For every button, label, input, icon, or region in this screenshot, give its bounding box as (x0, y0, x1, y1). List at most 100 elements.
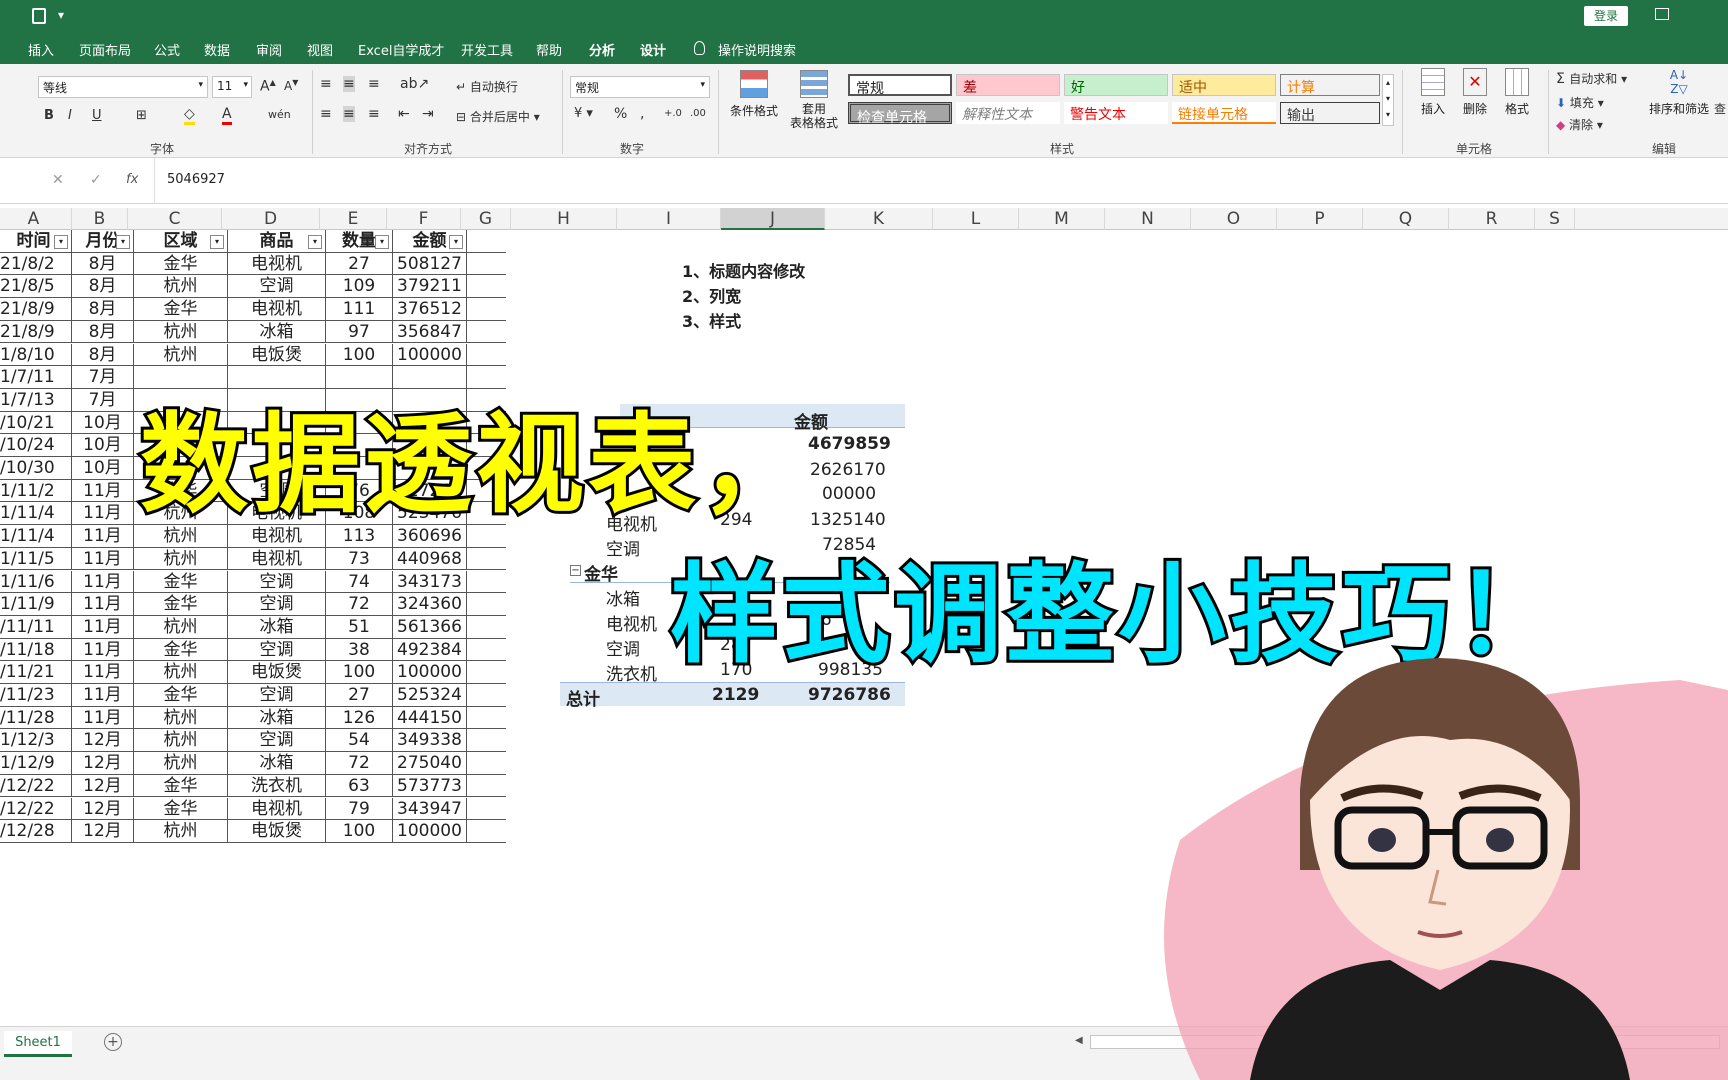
add-sheet-icon[interactable]: + (104, 1033, 122, 1051)
align-center-icon[interactable]: ≡ (343, 106, 355, 122)
table-cell[interactable]: 343947 (393, 797, 467, 821)
table-cell[interactable]: 电视机 (228, 547, 326, 571)
table-cell[interactable]: 79 (326, 797, 393, 821)
table-format-button[interactable]: 套用 表格格式 (786, 70, 842, 130)
wrap-text-button[interactable]: ↵ 自动换行 (456, 78, 518, 95)
autosum-button[interactable]: Σ 自动求和 ▾ (1556, 70, 1627, 87)
table-cell[interactable]: 12月 (72, 752, 134, 775)
table-cell[interactable]: /12/22 (0, 774, 72, 798)
table-cell[interactable]: 1/12/9 (0, 752, 72, 775)
format-cells-button[interactable]: 格式 (1498, 68, 1536, 117)
table-cell[interactable]: 金华 (134, 298, 228, 321)
table-cell[interactable]: 573773 (393, 774, 467, 798)
table-cell[interactable]: 1/7/11 (0, 366, 72, 389)
table-cell[interactable]: /10/30 (0, 457, 72, 480)
table-cell[interactable]: 金华 (134, 593, 228, 616)
conditional-format-button[interactable]: 条件格式 (726, 70, 782, 119)
shrink-font-icon[interactable]: A▼ (284, 78, 298, 93)
column-header-c[interactable]: C (128, 208, 222, 230)
currency-icon[interactable]: ¥ ▾ (574, 106, 593, 121)
table-cell[interactable]: 11月 (72, 615, 134, 639)
table-cell[interactable]: 10月 (72, 411, 134, 435)
tab-design[interactable]: 设计 (640, 40, 666, 59)
table-cell[interactable]: 11月 (72, 593, 134, 616)
table-cell[interactable]: /12/28 (0, 820, 72, 843)
table-cell[interactable]: 109 (326, 275, 393, 299)
sheet-tab[interactable]: Sheet1 (4, 1031, 72, 1057)
table-cell[interactable]: 12月 (72, 729, 134, 753)
table-cell[interactable]: 冰箱 (228, 752, 326, 775)
table-cell[interactable]: 74 (326, 570, 393, 594)
align-right-icon[interactable]: ≡ (368, 106, 380, 122)
table-cell[interactable]: 11月 (72, 479, 134, 503)
column-header-e[interactable]: E (320, 208, 387, 230)
table-cell[interactable]: 7月 (72, 388, 134, 412)
table-cell[interactable]: /10/21 (0, 411, 72, 435)
customize-toolbar-icon[interactable]: ▾ (58, 8, 64, 22)
align-middle-icon[interactable]: ≡ (343, 76, 355, 92)
style-check-cell[interactable]: 检查单元格 (848, 102, 952, 126)
style-linked-cell[interactable]: 链接单元格 (1172, 102, 1276, 124)
table-cell[interactable]: 72 (326, 593, 393, 616)
italic-icon[interactable]: I (68, 108, 72, 123)
increase-indent-icon[interactable]: ⇥ (422, 106, 434, 122)
table-cell[interactable]: 440968 (393, 547, 467, 571)
find-button[interactable]: 查 (1714, 100, 1726, 117)
table-cell[interactable]: 11月 (72, 525, 134, 548)
table-cell[interactable]: 11月 (72, 661, 134, 684)
table-cell[interactable]: 11月 (72, 547, 134, 571)
percent-icon[interactable]: % (614, 106, 627, 122)
table-cell[interactable]: 11月 (72, 570, 134, 594)
table-cell[interactable]: 金华 (134, 797, 228, 821)
table-cell[interactable]: 1/11/4 (0, 502, 72, 526)
table-cell[interactable]: 金华 (134, 684, 228, 707)
table-cell[interactable]: 空调 (228, 684, 326, 707)
align-bottom-icon[interactable]: ≡ (368, 76, 380, 92)
table-cell[interactable]: 111 (326, 298, 393, 321)
table-cell[interactable]: 金华 (134, 252, 228, 276)
tab-help[interactable]: 帮助 (536, 40, 562, 59)
style-calculation[interactable]: 计算 (1280, 74, 1380, 96)
underline-icon[interactable]: U (92, 108, 102, 123)
grow-font-icon[interactable]: A▲ (260, 78, 276, 95)
ribbon-display-icon[interactable] (1655, 8, 1669, 20)
column-header-a[interactable]: A (0, 208, 72, 230)
table-cell[interactable]: 12月 (72, 774, 134, 798)
table-cell[interactable]: 冰箱 (228, 706, 326, 730)
table-cell[interactable]: 杭州 (134, 547, 228, 571)
table-cell[interactable]: 100000 (393, 343, 467, 367)
style-warning[interactable]: 警告文本 (1064, 102, 1168, 124)
table-cell[interactable]: 冰箱 (228, 615, 326, 639)
table-cell[interactable]: 11月 (72, 502, 134, 526)
table-cell[interactable]: 492384 (393, 638, 467, 662)
table-cell[interactable]: 21/8/9 (0, 298, 72, 321)
table-cell[interactable]: 8月 (72, 343, 134, 367)
table-cell[interactable]: 126 (326, 706, 393, 730)
table-cell[interactable]: /10/24 (0, 434, 72, 457)
table-cell[interactable]: 电视机 (228, 298, 326, 321)
table-cell[interactable]: 97 (326, 320, 393, 344)
table-cell[interactable]: 8月 (72, 298, 134, 321)
insert-cells-button[interactable]: 插入 (1414, 68, 1452, 117)
table-cell[interactable]: /11/21 (0, 661, 72, 684)
cancel-icon[interactable]: ✕ (52, 172, 64, 188)
table-cell[interactable]: 杭州 (134, 320, 228, 344)
table-cell[interactable]: 10月 (72, 457, 134, 480)
formula-input[interactable]: 5046927 (154, 158, 1728, 204)
table-cell[interactable]: 356847 (393, 320, 467, 344)
phonetic-icon[interactable]: wén (268, 108, 291, 121)
table-cell[interactable]: 杭州 (134, 820, 228, 843)
align-top-icon[interactable]: ≡ (320, 76, 332, 92)
table-cell[interactable]: 379211 (393, 275, 467, 299)
table-cell[interactable]: 空调 (228, 638, 326, 662)
table-cell[interactable]: 电饭煲 (228, 661, 326, 684)
table-cell[interactable]: 21/8/5 (0, 275, 72, 299)
table-cell[interactable]: /11/18 (0, 638, 72, 662)
fill-color-icon[interactable]: ◇ (184, 106, 195, 125)
decrease-decimal-icon[interactable]: .00 (690, 108, 706, 119)
table-cell[interactable]: 1/11/6 (0, 570, 72, 594)
table-cell[interactable]: 525324 (393, 684, 467, 707)
login-button[interactable]: 登录 (1584, 6, 1628, 26)
print-preview-icon[interactable] (32, 8, 46, 24)
filter-dropdown-icon[interactable]: ▾ (449, 235, 463, 249)
